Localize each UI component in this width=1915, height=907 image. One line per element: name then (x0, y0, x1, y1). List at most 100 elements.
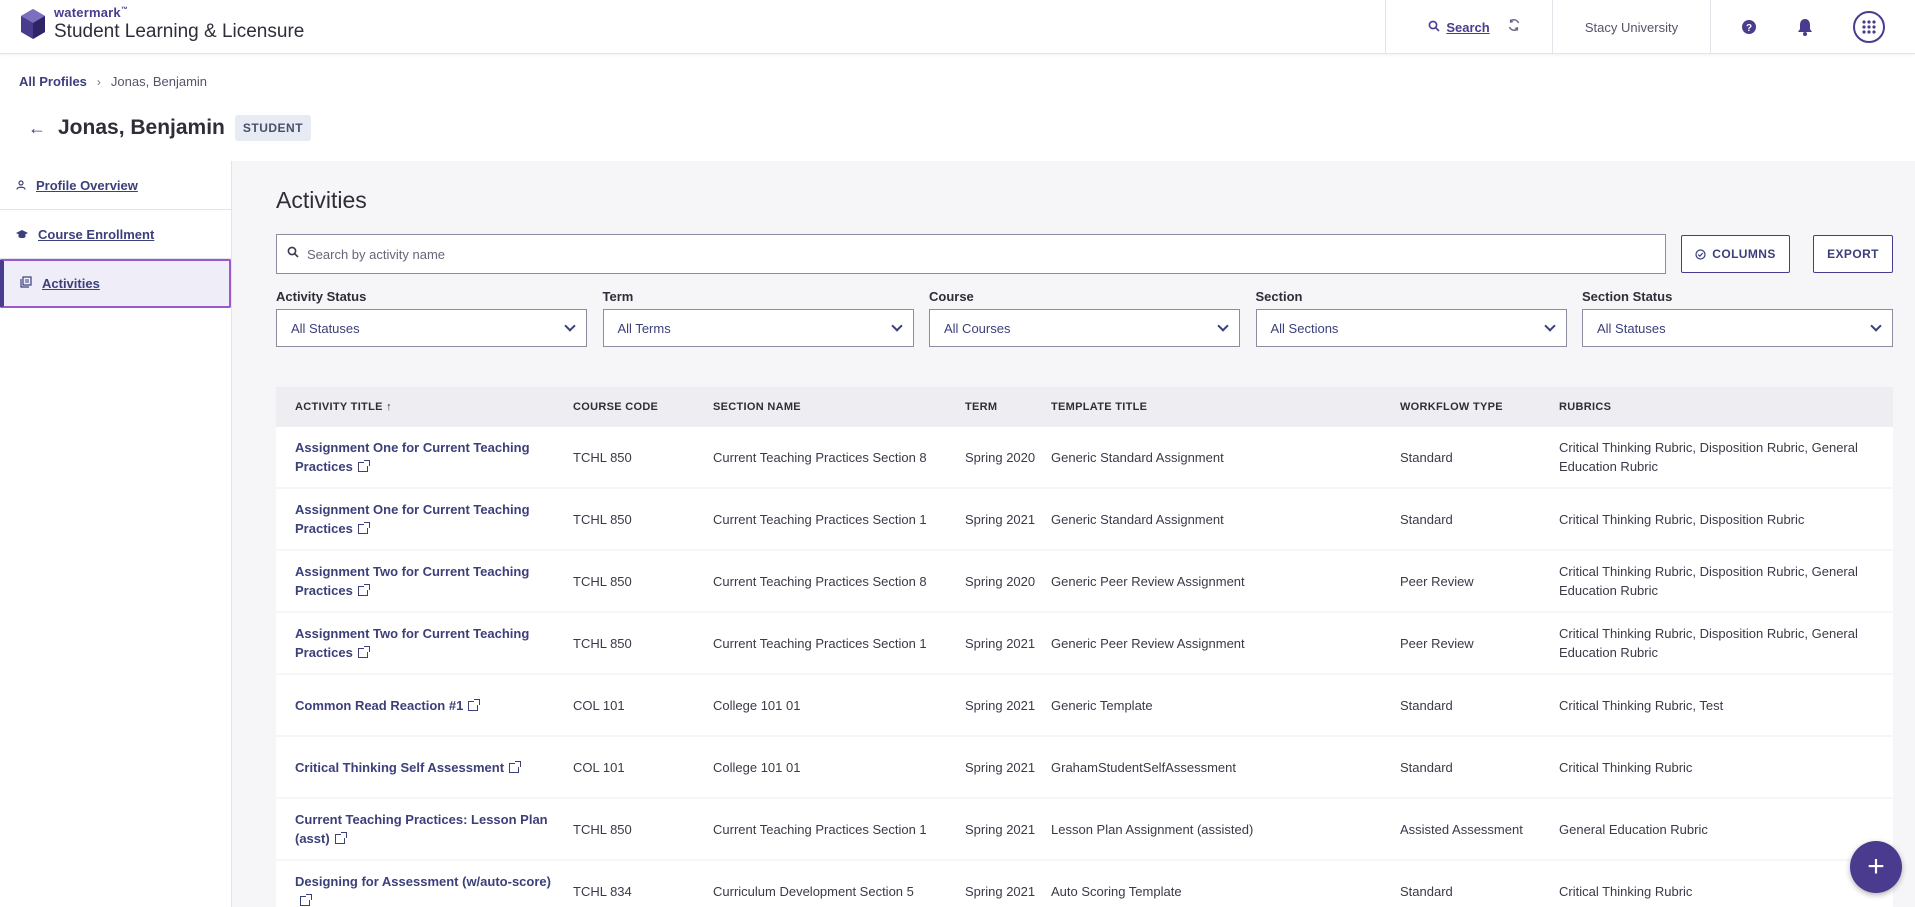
section-title: Activities (276, 187, 367, 213)
filter-label: Activity Status (276, 289, 367, 304)
course-code-cell: TCHL 850 (573, 573, 632, 589)
activity-link[interactable]: Critical Thinking Self Assessment (295, 760, 504, 775)
section-name-cell: College 101 01 (713, 697, 801, 713)
section-status-select[interactable]: All Statuses (1582, 309, 1893, 347)
user-icon (16, 178, 26, 193)
breadcrumb: All Profiles › Jonas, Benjamin (19, 74, 207, 89)
course-code-cell: COL 101 (573, 759, 625, 775)
external-link-icon[interactable] (300, 894, 312, 906)
sidebar-item-profile-overview[interactable]: Profile Overview (0, 161, 231, 210)
add-fab-button[interactable]: + (1850, 841, 1902, 893)
select-value: All Terms (617, 320, 671, 336)
external-link-icon[interactable] (357, 646, 370, 658)
activity-title-cell: Critical Thinking Self Assessment (276, 758, 573, 777)
breadcrumb-current: Jonas, Benjamin (110, 74, 208, 89)
workflow-type-cell: Peer Review (1400, 635, 1474, 651)
template-title-cell: Lesson Plan Assignment (assisted) (1051, 821, 1254, 837)
workflow-type-cell: Standard (1400, 511, 1453, 527)
app-logo[interactable]: watermark™ Student Learning & Licensure (18, 6, 304, 41)
column-header-course-code[interactable]: COURSE CODE (573, 398, 713, 417)
university-switcher[interactable]: Stacy University (1552, 0, 1710, 54)
chevron-down-icon (1217, 320, 1229, 332)
activity-link[interactable]: Common Read Reaction #1 (295, 698, 463, 713)
activity-status-select[interactable]: All Statuses (276, 309, 587, 347)
bell-icon[interactable] (1797, 18, 1813, 36)
sidebar-item-activities[interactable]: Activities (0, 259, 231, 308)
search-icon (1428, 20, 1440, 35)
term-cell: Spring 2021 (965, 821, 1036, 837)
course-code-cell: COL 101 (573, 697, 625, 713)
column-header-activity-title[interactable]: ACTIVITY TITLE ↑ (276, 398, 573, 417)
select-value: All Statuses (1597, 320, 1666, 336)
section-name-cell: Current Teaching Practices Section 1 (713, 635, 927, 651)
course-code-cell: TCHL 834 (573, 883, 632, 899)
rubrics-cell: Critical Thinking Rubric (1559, 759, 1693, 775)
section-select[interactable]: All Sections (1255, 309, 1567, 347)
rubrics-cell: Critical Thinking Rubric, Disposition Ru… (1559, 564, 1858, 598)
profile-sidebar: Profile Overview Course Enrollment Activ… (0, 161, 232, 907)
activity-link[interactable]: Assignment Two for Current Teaching Prac… (295, 626, 529, 660)
term-select[interactable]: All Terms (602, 309, 914, 347)
header-search-label: Search (1446, 19, 1490, 35)
filter-term: Term All Terms (602, 289, 914, 347)
export-button[interactable]: EXPORT (1813, 235, 1893, 273)
activity-link[interactable]: Assignment One for Current Teaching Prac… (295, 502, 530, 536)
template-title-cell: Generic Standard Assignment (1051, 511, 1224, 527)
column-header-section-name[interactable]: SECTION NAME (713, 398, 965, 417)
column-header-term[interactable]: TERM (965, 398, 1051, 417)
activity-link[interactable]: Designing for Assessment (w/auto-score) (295, 874, 551, 889)
table-row: Assignment Two for Current Teaching Prac… (276, 551, 1893, 611)
external-link-icon[interactable] (357, 522, 370, 534)
column-header-workflow-type[interactable]: WORKFLOW TYPE (1400, 398, 1559, 417)
column-header-rubrics[interactable]: RUBRICS (1559, 398, 1893, 417)
table-row: Critical Thinking Self Assessment COL 10… (276, 737, 1893, 797)
page-title: Jonas, Benjamin (58, 116, 225, 139)
term-cell: Spring 2021 (965, 635, 1036, 651)
rubrics-cell: Critical Thinking Rubric, Test (1559, 697, 1724, 713)
filter-section-status: Section Status All Statuses (1582, 289, 1893, 347)
columns-button[interactable]: COLUMNS (1681, 235, 1790, 273)
svg-text:?: ? (1746, 23, 1752, 34)
course-select[interactable]: All Courses (929, 309, 1240, 347)
rubrics-cell: Critical Thinking Rubric, Disposition Ru… (1559, 440, 1858, 474)
profile-title-row: ← Jonas, Benjamin STUDENT (28, 115, 312, 141)
activity-search-input[interactable] (307, 246, 1607, 262)
plus-icon: + (1867, 850, 1885, 883)
activity-link[interactable]: Assignment Two for Current Teaching Prac… (295, 564, 529, 598)
external-link-icon[interactable] (509, 760, 522, 773)
external-link-icon[interactable] (357, 584, 370, 596)
course-code-cell: TCHL 850 (573, 511, 632, 527)
chevron-down-icon (890, 320, 903, 332)
activity-title-cell: Assignment One for Current Teaching Prac… (276, 500, 573, 538)
activities-icon (20, 276, 32, 291)
term-cell: Spring 2021 (965, 511, 1036, 527)
external-link-icon[interactable] (357, 460, 370, 472)
workflow-type-cell: Standard (1400, 883, 1453, 899)
sidebar-item-course-enrollment[interactable]: Course Enrollment (0, 210, 231, 259)
columns-button-label: COLUMNS (1712, 247, 1776, 261)
sync-button[interactable] (1494, 0, 1534, 54)
workflow-type-cell: Assisted Assessment (1400, 821, 1523, 837)
filter-label: Course (929, 289, 974, 304)
back-arrow-icon[interactable]: ← (28, 118, 46, 139)
rubrics-cell: Critical Thinking Rubric, Disposition Ru… (1559, 511, 1805, 527)
activity-link[interactable]: Assignment One for Current Teaching Prac… (295, 440, 530, 474)
activity-link[interactable]: Current Teaching Practices: Lesson Plan … (295, 812, 548, 846)
table-row: Designing for Assessment (w/auto-score) … (276, 861, 1893, 907)
template-title-cell: Generic Template (1051, 697, 1153, 713)
external-link-icon[interactable] (334, 832, 347, 844)
activity-search-field[interactable] (276, 234, 1666, 274)
breadcrumb-all-profiles[interactable]: All Profiles (19, 74, 87, 89)
apps-grid-icon[interactable] (1853, 11, 1885, 43)
activity-title-cell: Common Read Reaction #1 (276, 696, 573, 715)
activity-title-cell: Designing for Assessment (w/auto-score) (276, 872, 573, 907)
help-icon[interactable]: ? (1741, 19, 1757, 35)
table-row: Current Teaching Practices: Lesson Plan … (276, 799, 1893, 859)
workflow-type-cell: Peer Review (1400, 573, 1474, 589)
column-header-template-title[interactable]: TEMPLATE TITLE (1051, 398, 1400, 417)
template-title-cell: Generic Standard Assignment (1051, 449, 1224, 465)
external-link-icon[interactable] (468, 698, 481, 711)
table-row: Assignment One for Current Teaching Prac… (276, 489, 1893, 549)
template-title-cell: Auto Scoring Template (1051, 883, 1182, 899)
brand-name: watermark™ (54, 5, 129, 20)
